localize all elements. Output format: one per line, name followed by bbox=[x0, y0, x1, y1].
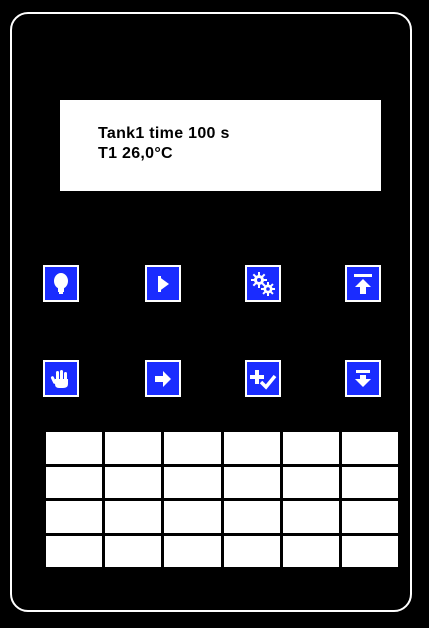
keypad-cell[interactable] bbox=[164, 501, 221, 533]
keypad-cell[interactable] bbox=[341, 432, 398, 464]
lcd-display: Tank1 time 100 s T1 26,0°C bbox=[60, 100, 381, 191]
light-bulb-icon bbox=[54, 272, 68, 294]
control-panel: Tank1 time 100 s T1 26,0°C bbox=[0, 0, 429, 628]
keypad-cell[interactable] bbox=[105, 535, 162, 567]
enter-key[interactable] bbox=[145, 360, 181, 397]
keypad-cell[interactable] bbox=[105, 432, 162, 464]
keypad-cell[interactable] bbox=[46, 466, 103, 498]
keypad-cell[interactable] bbox=[164, 432, 221, 464]
keypad-cell[interactable] bbox=[223, 432, 280, 464]
gears-icon bbox=[251, 271, 275, 296]
arrow-right-icon bbox=[155, 370, 171, 387]
play-key[interactable] bbox=[145, 265, 181, 302]
keypad-cell[interactable] bbox=[282, 466, 339, 498]
keypad-cell[interactable] bbox=[223, 466, 280, 498]
arrow-down-to-bottom-icon bbox=[355, 369, 371, 387]
keypad-cell[interactable] bbox=[105, 466, 162, 498]
hand-icon bbox=[50, 369, 68, 388]
keypad-cell[interactable] bbox=[164, 466, 221, 498]
keypad-cell[interactable] bbox=[46, 501, 103, 533]
top-key[interactable] bbox=[345, 265, 381, 302]
keypad-cell[interactable] bbox=[46, 535, 103, 567]
bottom-key[interactable] bbox=[345, 360, 381, 397]
play-icon bbox=[158, 275, 169, 292]
keypad-cell[interactable] bbox=[223, 501, 280, 533]
keypad-cell[interactable] bbox=[282, 432, 339, 464]
keypad-cell[interactable] bbox=[105, 501, 162, 533]
keypad-cell[interactable] bbox=[282, 535, 339, 567]
display-line-2: T1 26,0°C bbox=[98, 145, 173, 162]
keypad-grid bbox=[46, 432, 398, 567]
keypad-cell[interactable] bbox=[282, 501, 339, 533]
keypad-cell[interactable] bbox=[341, 501, 398, 533]
keypad-cell[interactable] bbox=[164, 535, 221, 567]
settings-key[interactable] bbox=[245, 265, 281, 302]
add-confirm-key[interactable] bbox=[245, 360, 281, 397]
arrow-up-to-top-icon bbox=[354, 273, 372, 294]
keypad-cell[interactable] bbox=[341, 535, 398, 567]
keypad-cell[interactable] bbox=[223, 535, 280, 567]
manual-key[interactable] bbox=[43, 360, 79, 397]
light-bulb-key[interactable] bbox=[43, 265, 79, 302]
display-line-1: Tank1 time 100 s bbox=[98, 125, 230, 142]
keypad-cell[interactable] bbox=[341, 466, 398, 498]
keypad-cell[interactable] bbox=[46, 432, 103, 464]
plus-check-icon bbox=[250, 369, 277, 390]
